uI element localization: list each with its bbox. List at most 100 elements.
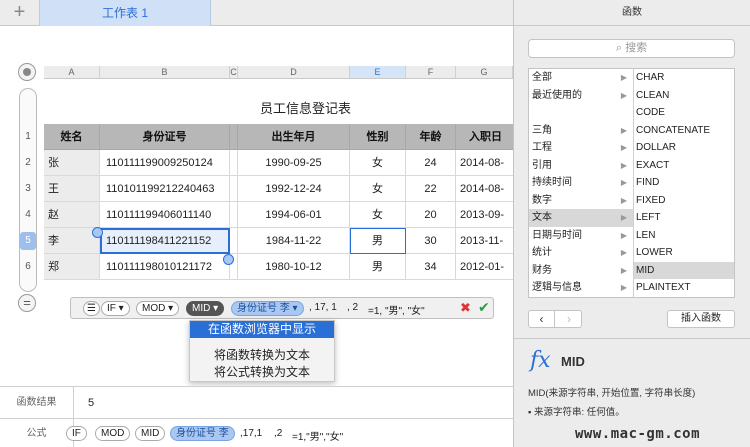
cell-id[interactable]: 110111199009250124: [100, 150, 230, 176]
cell-gender[interactable]: 女: [350, 176, 406, 202]
cell-hire-date[interactable]: 2013-09-: [456, 202, 513, 228]
function-item[interactable]: CLEAN: [634, 87, 734, 105]
header-cell[interactable]: 入职日: [456, 124, 513, 150]
back-button[interactable]: ‹: [529, 311, 555, 327]
category-item[interactable]: 财务 ▶: [529, 262, 633, 280]
formula-token-mid[interactable]: MID ▾: [186, 301, 225, 316]
category-item[interactable]: 数字 ▶: [529, 192, 633, 210]
cell-birth[interactable]: 1990-09-25: [238, 150, 350, 176]
cell-empty[interactable]: [230, 176, 238, 202]
category-item[interactable]: 全部 ▶: [529, 69, 633, 87]
function-item[interactable]: LEN: [634, 227, 734, 245]
column-header-g[interactable]: G: [456, 66, 513, 79]
function-item[interactable]: PLAINTEXT: [634, 279, 734, 297]
table-select-handle[interactable]: [18, 63, 36, 81]
cell-gender[interactable]: 女: [350, 150, 406, 176]
cell-hire-date[interactable]: 2012-01-: [456, 254, 513, 280]
row-header-6[interactable]: 6: [20, 258, 36, 276]
cell-id[interactable]: 110111198411221152: [100, 228, 230, 254]
function-search-input[interactable]: ⌕ 搜索: [528, 39, 735, 58]
cell-age[interactable]: 22: [406, 176, 456, 202]
cell-birth[interactable]: 1994-06-01: [238, 202, 350, 228]
header-cell[interactable]: 年龄: [406, 124, 456, 150]
cell-empty[interactable]: [230, 150, 238, 176]
header-cell[interactable]: 出生年月: [238, 124, 350, 150]
cell-age[interactable]: 20: [406, 202, 456, 228]
cell-id[interactable]: 110111199406011140: [100, 202, 230, 228]
formula-token-mod[interactable]: MOD ▾: [136, 301, 180, 316]
formula-list-icon[interactable]: ☰: [83, 301, 100, 316]
formula-token-reference[interactable]: 身份证号 李 ▾: [231, 301, 304, 316]
category-item[interactable]: 日期与时间 ▶: [529, 227, 633, 245]
accept-formula-icon[interactable]: ✔: [478, 299, 490, 316]
cancel-formula-icon[interactable]: ✖: [460, 300, 471, 316]
selection-handle-top[interactable]: [92, 227, 103, 238]
formula-bar-token-if[interactable]: IF: [66, 426, 87, 441]
header-cell[interactable]: 姓名: [44, 124, 100, 150]
column-header-f[interactable]: F: [406, 66, 456, 79]
function-item[interactable]: LOWER: [634, 244, 734, 262]
category-item[interactable]: 三角 ▶: [529, 122, 633, 140]
menu-convert-function-to-text[interactable]: 将函数转换为文本: [190, 347, 334, 364]
cell-hire-date[interactable]: 2014-08-: [456, 176, 513, 202]
cell-gender[interactable]: 女: [350, 202, 406, 228]
category-item[interactable]: 文本 ▶: [529, 209, 633, 227]
selection-handle-bottom[interactable]: [223, 254, 234, 265]
add-sheet-button[interactable]: +: [0, 0, 40, 26]
cell-hire-date[interactable]: 2014-08-: [456, 150, 513, 176]
column-header-c[interactable]: C: [230, 66, 238, 79]
function-item[interactable]: EXACT: [634, 157, 734, 175]
function-item[interactable]: FIND: [634, 174, 734, 192]
category-item[interactable]: 工程 ▶: [529, 139, 633, 157]
row-header-3[interactable]: 3: [20, 180, 36, 198]
cell-name[interactable]: 王: [44, 176, 100, 202]
column-header-a[interactable]: A: [44, 66, 100, 79]
forward-button[interactable]: ›: [556, 311, 582, 327]
cell-birth[interactable]: 1992-12-24: [238, 176, 350, 202]
add-row-handle-icon[interactable]: =: [18, 294, 36, 312]
column-header-d[interactable]: D: [238, 66, 350, 79]
formula-editor[interactable]: ☰ IF ▾ MOD ▾ MID ▾ 身份证号 李 ▾ , 17, 1 , 2 …: [70, 297, 494, 319]
menu-convert-formula-to-text[interactable]: 将公式转换为文本: [190, 364, 334, 381]
cell-birth[interactable]: 1980-10-12: [238, 254, 350, 280]
cell-name[interactable]: 郑: [44, 254, 100, 280]
cell-age[interactable]: 24: [406, 150, 456, 176]
formula-bar-token-reference[interactable]: 身份证号 李: [170, 426, 235, 441]
header-cell[interactable]: [230, 124, 238, 150]
cell-hire-date[interactable]: 2013-11-: [456, 228, 513, 254]
header-cell[interactable]: 性别: [350, 124, 406, 150]
cell-name[interactable]: 赵: [44, 202, 100, 228]
row-header-5[interactable]: 5: [20, 232, 36, 250]
category-item[interactable]: 逻辑与信息 ▶: [529, 279, 633, 297]
cell-id[interactable]: 110101199212240463: [100, 176, 230, 202]
column-header-b[interactable]: B: [100, 66, 230, 79]
function-item[interactable]: CONCATENATE: [634, 122, 734, 140]
menu-show-in-function-browser[interactable]: 在函数浏览器中显示: [190, 321, 334, 338]
formula-bar-token-mod[interactable]: MOD: [95, 426, 131, 441]
row-header-2[interactable]: 2: [20, 154, 36, 172]
category-item[interactable]: 引用 ▶: [529, 157, 633, 175]
column-header-e[interactable]: E: [350, 66, 406, 79]
function-item[interactable]: CHAR: [634, 69, 734, 87]
category-item[interactable]: 统计 ▶: [529, 244, 633, 262]
cell-name[interactable]: 张: [44, 150, 100, 176]
header-cell[interactable]: 身份证号: [100, 124, 230, 150]
cell-empty[interactable]: [230, 202, 238, 228]
cell-age[interactable]: 34: [406, 254, 456, 280]
function-item[interactable]: DOLLAR: [634, 139, 734, 157]
function-item[interactable]: CODE: [634, 104, 734, 122]
function-item[interactable]: LEFT: [634, 209, 734, 227]
sheet-tab[interactable]: 工作表 1: [40, 0, 211, 26]
cell-id[interactable]: 110111198010121172: [100, 254, 230, 280]
insert-function-button[interactable]: 插入函数: [667, 310, 735, 328]
function-item[interactable]: MID: [634, 261, 734, 279]
cell-age[interactable]: 30: [406, 228, 456, 254]
formula-token-if[interactable]: IF ▾: [101, 301, 130, 316]
cell-gender[interactable]: 男: [350, 254, 406, 280]
cell-empty[interactable]: [230, 228, 238, 254]
cell-gender[interactable]: 男: [350, 228, 406, 254]
category-item[interactable]: 最近使用的 ▶: [529, 87, 633, 105]
formula-bar[interactable]: 公式 IF MOD MID 身份证号 李 ,17,1 ,2 =1,"男","女": [0, 418, 513, 447]
category-item[interactable]: 持续时间 ▶: [529, 174, 633, 192]
row-header-4[interactable]: 4: [20, 206, 36, 224]
